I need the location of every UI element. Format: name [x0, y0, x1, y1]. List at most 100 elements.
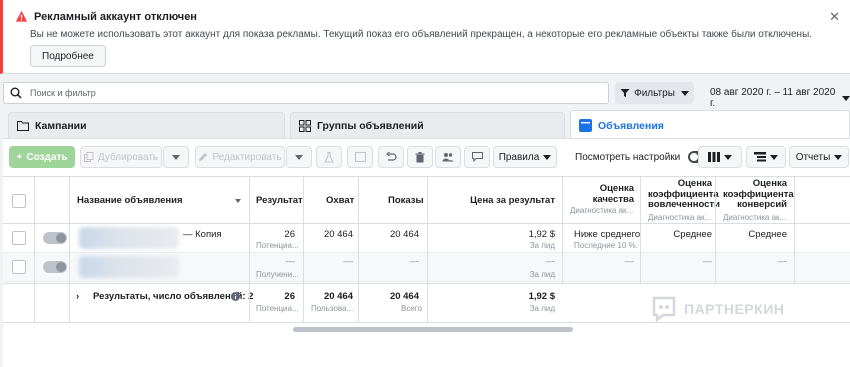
ad-name-redacted — [79, 256, 179, 278]
audience-button[interactable] — [435, 146, 461, 168]
total-cost: 1,92 $ — [528, 291, 555, 302]
total-result: 26 — [284, 291, 295, 302]
close-icon[interactable]: ✕ — [829, 9, 840, 25]
header-quality-ranking[interactable]: Оценка качества — [570, 183, 634, 205]
cell-result: 26 — [284, 229, 295, 240]
header-conversion-sub: Диагностика ак... — [723, 213, 787, 222]
view-settings-toggle[interactable]: Посмотреть настройки — [575, 151, 711, 163]
column-divider[interactable] — [640, 176, 641, 283]
header-reach[interactable]: Охват — [326, 195, 354, 206]
duplicate-icon — [83, 152, 94, 162]
alert-title-row: Рекламный аккаунт отключен — [15, 10, 197, 23]
total-impressions: 20 464 — [389, 291, 419, 302]
date-range-label: 08 авг 2020 г. – 11 авг 2020 г. — [710, 87, 836, 109]
cell-impressions: 20 464 — [389, 229, 419, 240]
select-all-checkbox[interactable] — [12, 194, 26, 208]
cell-conversion: Среднее — [748, 229, 787, 240]
undo-button[interactable] — [378, 146, 404, 168]
ad-icon — [579, 119, 592, 132]
breakdown-icon — [754, 152, 766, 162]
ad-status-toggle[interactable] — [43, 232, 67, 244]
folder-icon — [17, 121, 29, 131]
tab-campaigns[interactable]: Кампании — [8, 112, 285, 138]
cell-cost: — — [545, 256, 556, 267]
ad-name-suffix[interactable]: — Копия — [183, 229, 222, 240]
breakdown-button[interactable] — [746, 146, 786, 168]
header-result[interactable]: Результат — [256, 195, 303, 206]
tab-ad-sets-label: Группы объявлений — [317, 119, 424, 132]
column-divider[interactable] — [562, 176, 563, 283]
learn-more-button[interactable]: Подробнее — [30, 45, 106, 67]
reports-label: Отчеты — [795, 151, 831, 163]
total-impressions-sub: Всего — [401, 304, 422, 313]
header-engagement-ranking[interactable]: Оценка коэффициента вовлеченности — [648, 178, 720, 211]
edit-label: Редактировать — [212, 151, 282, 163]
preview-button[interactable] — [347, 146, 373, 168]
create-button[interactable]: + Создать — [9, 146, 75, 168]
ad-status-toggle[interactable] — [43, 261, 67, 273]
chevron-down-icon — [834, 154, 843, 160]
row-checkbox[interactable] — [12, 260, 26, 274]
column-divider[interactable] — [427, 176, 428, 323]
total-label: Результаты, число объявлений: 2 — [93, 291, 254, 302]
info-icon[interactable] — [231, 292, 240, 301]
rules-button[interactable]: Правила — [493, 146, 557, 168]
cell-quality: Ниже среднего — [574, 229, 641, 240]
filters-button[interactable]: Фильтры — [615, 82, 694, 104]
columns-button[interactable] — [698, 146, 742, 168]
comment-button[interactable] — [464, 146, 490, 168]
partnerkin-watermark: ПАРТНЕРКИН — [652, 296, 784, 322]
edit-button[interactable]: Редактировать — [195, 146, 285, 168]
cell-reach: 20 464 — [323, 229, 353, 240]
cell-conversion: — — [777, 256, 788, 267]
duplicate-menu-button[interactable] — [163, 146, 189, 168]
columns-icon — [708, 152, 720, 162]
column-divider[interactable] — [794, 176, 795, 283]
expand-chevron-icon[interactable]: › — [76, 291, 79, 302]
disabled-account-alert: Рекламный аккаунт отключен Вы не можете … — [0, 0, 850, 74]
cell-cost-sub: За лид — [529, 241, 555, 250]
reports-button[interactable]: Отчеты — [789, 146, 849, 168]
tab-ads-label: Объявления — [598, 119, 664, 132]
total-reach-sub: Пользова... — [311, 304, 353, 313]
column-divider[interactable] — [715, 176, 716, 283]
cell-result-sub: Потенциа... — [256, 241, 298, 250]
chevron-down-icon — [172, 154, 180, 160]
column-divider[interactable] — [358, 176, 359, 323]
ab-test-button[interactable] — [316, 146, 342, 168]
partnerkin-logo-icon — [652, 296, 676, 322]
row-checkbox[interactable] — [12, 231, 26, 245]
tab-ad-sets[interactable]: Группы объявлений — [290, 112, 565, 138]
chevron-down-icon — [543, 154, 552, 160]
duplicate-button[interactable]: Дублировать — [80, 146, 162, 168]
column-divider[interactable] — [303, 176, 304, 323]
alert-title: Рекламный аккаунт отключен — [34, 10, 197, 23]
watermark-text: ПАРТНЕРКИН — [684, 301, 785, 317]
column-divider[interactable] — [249, 176, 250, 323]
column-divider — [69, 176, 70, 323]
flask-icon — [324, 151, 334, 162]
cell-cost-sub: За лид — [529, 270, 555, 279]
warning-icon — [15, 10, 28, 22]
search-bar[interactable] — [3, 82, 609, 104]
filter-icon — [620, 89, 630, 97]
tab-ads[interactable]: Объявления — [570, 110, 850, 140]
header-cost-per-result[interactable]: Цена за результат — [463, 195, 555, 206]
cell-result-sub: Получени... — [256, 270, 298, 279]
filters-label: Фильтры — [634, 87, 675, 99]
search-input[interactable] — [30, 88, 590, 98]
delete-button[interactable] — [407, 146, 433, 168]
comment-icon — [471, 152, 483, 162]
sort-icon[interactable] — [235, 199, 241, 203]
total-reach: 20 464 — [323, 291, 353, 302]
people-icon — [442, 153, 454, 162]
plus-icon: + — [16, 151, 23, 163]
tab-campaigns-label: Кампании — [35, 119, 87, 132]
header-conversion-ranking[interactable]: Оценка коэффициента конверсий — [723, 178, 794, 211]
header-ad-name[interactable]: Название объявления — [77, 195, 183, 206]
edit-menu-button[interactable] — [286, 146, 312, 168]
header-impressions[interactable]: Показы — [388, 195, 424, 206]
date-range-picker[interactable]: 08 авг 2020 г. – 11 авг 2020 г. — [710, 87, 850, 109]
grid-icon — [299, 119, 311, 132]
horizontal-scrollbar[interactable] — [293, 327, 573, 332]
